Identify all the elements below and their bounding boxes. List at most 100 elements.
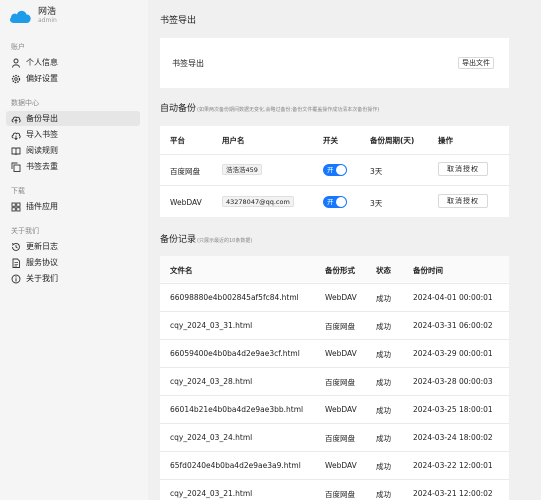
column-header-filename: 文件名 <box>170 266 193 275</box>
backup-time-cell: 2024-03-29 00:00:01 <box>413 349 493 358</box>
cloud-icon <box>8 8 32 24</box>
backup-type-cell: 百度网盘 <box>325 434 355 443</box>
backup-type-cell: WebDAV <box>325 405 357 414</box>
file-name-cell: 66059400e4b0ba4d2e9ae3cf.html <box>170 349 300 358</box>
row-divider <box>160 395 509 396</box>
row-divider <box>160 283 509 284</box>
sidebar-item-label: 插件应用 <box>26 202 58 211</box>
platform-cell: 百度网盘 <box>170 167 200 176</box>
status-cell: 成功 <box>376 294 391 303</box>
records-hint: (只展示最近的10条数据) <box>197 238 253 244</box>
backup-time-cell: 2024-03-22 12:00:01 <box>413 461 493 470</box>
file-name-cell: cqy_2024_03_24.html <box>170 433 253 442</box>
sidebar-item-label: 导入书签 <box>26 130 58 139</box>
file-name-cell: cqy_2024_03_31.html <box>170 321 253 330</box>
file-name-cell: 66014b21e4b0ba4d2e9ae3bb.html <box>170 405 304 414</box>
status-cell: 成功 <box>376 434 391 443</box>
status-cell: 成功 <box>376 406 391 415</box>
switch-label: 开 <box>327 198 334 206</box>
backup-type-cell: 百度网盘 <box>325 378 355 387</box>
backup-records-table: 文件名 备份形式 状态 备份时间 66098880e4b002845af5fc8… <box>160 256 509 500</box>
username-tag: 浩浩浩459 <box>222 164 262 175</box>
copy-icon <box>11 162 21 172</box>
cloud-upload-icon <box>11 114 21 124</box>
backup-time-cell: 2024-03-24 18:00:02 <box>413 433 493 442</box>
sidebar-item-label: 个人信息 <box>26 58 58 67</box>
sidebar-item-label: 更新日志 <box>26 242 58 251</box>
records-title: 备份记录(只展示最近的10条数据) <box>160 232 252 245</box>
backup-time-cell: 2024-03-28 00:00:03 <box>413 377 493 386</box>
sidebar-item-reading-rules[interactable]: 阅读规则 <box>6 143 140 158</box>
auto-backup-heading: 自动备份 <box>160 104 197 114</box>
sidebar-item-import-bookmarks[interactable]: 导入书签 <box>6 127 140 142</box>
sidebar-item-profile[interactable]: 个人信息 <box>6 55 140 70</box>
column-header-time: 备份时间 <box>413 266 443 275</box>
column-header-status: 状态 <box>376 266 391 275</box>
row-divider <box>160 451 509 452</box>
sidebar-item-about[interactable]: 关于我们 <box>6 271 140 286</box>
platform-cell: WebDAV <box>170 198 202 207</box>
sidebar-item-terms[interactable]: 服务协议 <box>6 255 140 270</box>
sidebar-item-plugins[interactable]: 插件应用 <box>6 199 140 214</box>
gear-icon <box>11 74 21 84</box>
status-cell: 成功 <box>376 490 391 499</box>
sidebar-item-label: 服务协议 <box>26 258 58 267</box>
revoke-auth-button[interactable]: 取消授权 <box>438 194 488 208</box>
file-name-cell: cqy_2024_03_21.html <box>170 489 253 498</box>
row-divider <box>160 339 509 340</box>
file-name-cell: 66098880e4b002845af5fc84.html <box>170 293 299 302</box>
book-icon <box>11 146 21 156</box>
export-label: 书签导出 <box>172 59 204 68</box>
nav-section-data-center: 数据中心 <box>11 99 39 107</box>
export-file-button[interactable]: 导出文件 <box>458 57 494 69</box>
backup-time-cell: 2024-03-31 06:00:02 <box>413 321 493 330</box>
brand-role: admin <box>38 17 57 24</box>
status-cell: 成功 <box>376 378 391 387</box>
backup-time-cell: 2024-03-25 18:00:01 <box>413 405 493 414</box>
sidebar-item-label: 关于我们 <box>26 274 58 283</box>
sidebar: 网浩 admin 账户 个人信息 偏好设置 数据中心 备份导出 导入书签 阅读规… <box>0 0 148 500</box>
file-name-cell: cqy_2024_03_28.html <box>170 377 253 386</box>
backup-time-cell: 2024-04-01 00:00:01 <box>413 293 493 302</box>
row-divider <box>160 367 509 368</box>
export-card: 书签导出 导出文件 <box>160 38 509 88</box>
column-header-type: 备份形式 <box>325 266 355 275</box>
page-title: 书签导出 <box>160 16 197 26</box>
sidebar-item-changelog[interactable]: 更新日志 <box>6 239 140 254</box>
records-heading: 备份记录 <box>160 235 197 245</box>
sidebar-item-backup-export[interactable]: 备份导出 <box>6 111 140 126</box>
period-cell: 3天 <box>370 167 383 176</box>
column-header-switch: 开关 <box>323 136 338 145</box>
status-cell: 成功 <box>376 462 391 471</box>
nav-section-about: 关于我们 <box>11 227 39 235</box>
brand: 网浩 admin <box>8 6 57 26</box>
sidebar-item-label: 阅读规则 <box>26 146 58 155</box>
file-name-cell: 65fd0240e4b0ba4d2e9ae3a9.html <box>170 461 301 470</box>
sidebar-item-dedupe[interactable]: 书签去重 <box>6 159 140 174</box>
backup-time-cell: 2024-03-21 12:00:02 <box>413 489 493 498</box>
backup-type-cell: 百度网盘 <box>325 322 355 331</box>
row-divider <box>160 154 509 155</box>
backup-switch[interactable]: 开 <box>323 196 347 208</box>
row-divider <box>160 423 509 424</box>
sidebar-item-label: 书签去重 <box>26 162 58 171</box>
info-icon <box>11 274 21 284</box>
row-divider <box>160 185 509 186</box>
sidebar-item-preferences[interactable]: 偏好设置 <box>6 71 140 86</box>
document-icon <box>11 258 21 268</box>
main-content: 书签导出 书签导出 导出文件 自动备份(如果两次备份期间数据无变化,会略过备份;… <box>148 0 541 500</box>
history-icon <box>11 242 21 252</box>
nav-section-account: 账户 <box>11 43 25 51</box>
apps-icon <box>11 202 21 212</box>
brand-name: 网浩 <box>38 7 57 17</box>
auto-backup-hint: (如果两次备份期间数据无变化,会略过备份;备份文件覆盖操作成功清本次备份操作) <box>197 107 380 113</box>
auto-backup-table: 平台 用户名 开关 备份周期(天) 操作 百度网盘 浩浩浩459 开 3天 取消… <box>160 126 509 217</box>
username-tag: 43278047@qq.com <box>222 196 294 207</box>
column-header-username: 用户名 <box>222 136 245 145</box>
user-icon <box>11 58 21 68</box>
revoke-auth-button[interactable]: 取消授权 <box>438 162 488 176</box>
row-divider <box>160 311 509 312</box>
backup-switch[interactable]: 开 <box>323 164 347 176</box>
cloud-download-icon <box>11 130 21 140</box>
sidebar-item-label: 偏好设置 <box>26 74 58 83</box>
